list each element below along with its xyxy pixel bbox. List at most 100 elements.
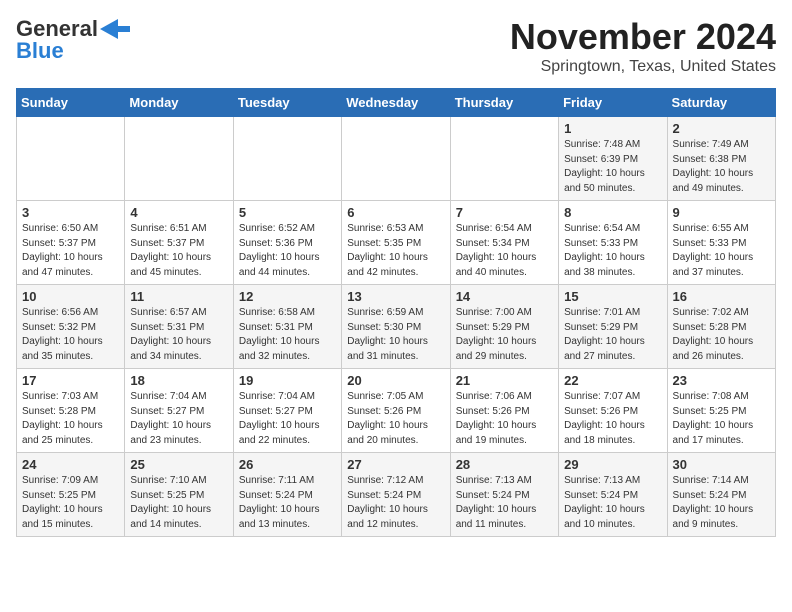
calendar-cell: 6 Sunrise: 6:53 AM Sunset: 5:35 PM Daylig… [342, 201, 450, 285]
week-row-5: 24 Sunrise: 7:09 AM Sunset: 5:25 PM Dayli… [17, 453, 776, 537]
calendar-cell: 20 Sunrise: 7:05 AM Sunset: 5:26 PM Dayli… [342, 369, 450, 453]
day-info: Sunrise: 6:54 AM Sunset: 5:34 PM Dayligh… [456, 222, 553, 280]
calendar-cell: 27 Sunrise: 7:12 AM Sunset: 5:24 PM Dayli… [342, 453, 450, 537]
day-info: Sunrise: 7:10 AM Sunset: 5:25 PM Dayligh… [130, 474, 227, 532]
calendar-cell: 12 Sunrise: 6:58 AM Sunset: 5:31 PM Dayli… [233, 285, 341, 369]
calendar-cell: 5 Sunrise: 6:52 AM Sunset: 5:36 PM Daylig… [233, 201, 341, 285]
calendar-table: SundayMondayTuesdayWednesdayThursdayFrid… [16, 88, 776, 537]
day-info: Sunrise: 6:52 AM Sunset: 5:36 PM Dayligh… [239, 222, 336, 280]
week-row-1: 1Sunrise: 7:48 AM Sunset: 6:39 PM Daylig… [17, 117, 776, 201]
day-info: Sunrise: 7:13 AM Sunset: 5:24 PM Dayligh… [564, 474, 661, 532]
calendar-cell: 29 Sunrise: 7:13 AM Sunset: 5:24 PM Dayli… [559, 453, 667, 537]
calendar-cell [233, 117, 341, 201]
logo: General Blue [16, 16, 130, 64]
day-info: Sunrise: 7:49 AM Sunset: 6:38 PM Dayligh… [673, 138, 770, 196]
calendar-cell: 11 Sunrise: 6:57 AM Sunset: 5:31 PM Dayli… [125, 285, 233, 369]
day-info: Sunrise: 6:54 AM Sunset: 5:33 PM Dayligh… [564, 222, 661, 280]
day-info: Sunrise: 7:08 AM Sunset: 5:25 PM Dayligh… [673, 390, 770, 448]
calendar-cell [342, 117, 450, 201]
day-number: 2 [673, 121, 770, 136]
day-info: Sunrise: 7:01 AM Sunset: 5:29 PM Dayligh… [564, 306, 661, 364]
calendar-cell [125, 117, 233, 201]
day-number: 25 [130, 457, 227, 472]
calendar-cell: 16 Sunrise: 7:02 AM Sunset: 5:28 PM Dayli… [667, 285, 775, 369]
day-info: Sunrise: 7:02 AM Sunset: 5:28 PM Dayligh… [673, 306, 770, 364]
calendar-cell: 19Sunrise: 7:04 AM Sunset: 5:27 PM Dayli… [233, 369, 341, 453]
calendar-cell: 1Sunrise: 7:48 AM Sunset: 6:39 PM Daylig… [559, 117, 667, 201]
day-info: Sunrise: 6:55 AM Sunset: 5:33 PM Dayligh… [673, 222, 770, 280]
day-info: Sunrise: 6:58 AM Sunset: 5:31 PM Dayligh… [239, 306, 336, 364]
week-row-3: 10 Sunrise: 6:56 AM Sunset: 5:32 PM Dayli… [17, 285, 776, 369]
week-row-4: 17Sunrise: 7:03 AM Sunset: 5:28 PM Dayli… [17, 369, 776, 453]
week-row-2: 3 Sunrise: 6:50 AM Sunset: 5:37 PM Daylig… [17, 201, 776, 285]
day-number: 21 [456, 373, 553, 388]
day-number: 20 [347, 373, 444, 388]
calendar-cell: 4 Sunrise: 6:51 AM Sunset: 5:37 PM Daylig… [125, 201, 233, 285]
day-info: Sunrise: 7:11 AM Sunset: 5:24 PM Dayligh… [239, 474, 336, 532]
day-number: 6 [347, 205, 444, 220]
header-tuesday: Tuesday [233, 89, 341, 117]
day-number: 7 [456, 205, 553, 220]
day-number: 28 [456, 457, 553, 472]
calendar-cell: 3 Sunrise: 6:50 AM Sunset: 5:37 PM Daylig… [17, 201, 125, 285]
day-info: Sunrise: 6:50 AM Sunset: 5:37 PM Dayligh… [22, 222, 119, 280]
day-info: Sunrise: 6:57 AM Sunset: 5:31 PM Dayligh… [130, 306, 227, 364]
day-info: Sunrise: 6:51 AM Sunset: 5:37 PM Dayligh… [130, 222, 227, 280]
calendar-cell: 28 Sunrise: 7:13 AM Sunset: 5:24 PM Dayli… [450, 453, 558, 537]
day-number: 8 [564, 205, 661, 220]
calendar-cell: 22Sunrise: 7:07 AM Sunset: 5:26 PM Dayli… [559, 369, 667, 453]
day-info: Sunrise: 7:05 AM Sunset: 5:26 PM Dayligh… [347, 390, 444, 448]
calendar-cell: 24 Sunrise: 7:09 AM Sunset: 5:25 PM Dayli… [17, 453, 125, 537]
day-info: Sunrise: 7:03 AM Sunset: 5:28 PM Dayligh… [22, 390, 119, 448]
day-number: 13 [347, 289, 444, 304]
day-number: 24 [22, 457, 119, 472]
header-thursday: Thursday [450, 89, 558, 117]
day-info: Sunrise: 7:04 AM Sunset: 5:27 PM Dayligh… [130, 390, 227, 448]
calendar-cell: 30Sunrise: 7:14 AM Sunset: 5:24 PM Dayli… [667, 453, 775, 537]
day-number: 11 [130, 289, 227, 304]
header-friday: Friday [559, 89, 667, 117]
day-info: Sunrise: 7:48 AM Sunset: 6:39 PM Dayligh… [564, 138, 661, 196]
calendar-cell [450, 117, 558, 201]
day-number: 10 [22, 289, 119, 304]
day-info: Sunrise: 7:06 AM Sunset: 5:26 PM Dayligh… [456, 390, 553, 448]
header-monday: Monday [125, 89, 233, 117]
weekday-header-row: SundayMondayTuesdayWednesdayThursdayFrid… [17, 89, 776, 117]
day-info: Sunrise: 7:09 AM Sunset: 5:25 PM Dayligh… [22, 474, 119, 532]
day-number: 16 [673, 289, 770, 304]
day-info: Sunrise: 6:59 AM Sunset: 5:30 PM Dayligh… [347, 306, 444, 364]
day-number: 19 [239, 373, 336, 388]
calendar-cell: 15Sunrise: 7:01 AM Sunset: 5:29 PM Dayli… [559, 285, 667, 369]
logo-text: General Blue [16, 16, 130, 64]
calendar-cell [17, 117, 125, 201]
day-number: 3 [22, 205, 119, 220]
calendar-cell: 23 Sunrise: 7:08 AM Sunset: 5:25 PM Dayli… [667, 369, 775, 453]
day-number: 4 [130, 205, 227, 220]
location: Springtown, Texas, United States [510, 58, 776, 76]
day-info: Sunrise: 7:00 AM Sunset: 5:29 PM Dayligh… [456, 306, 553, 364]
day-number: 5 [239, 205, 336, 220]
day-number: 18 [130, 373, 227, 388]
day-info: Sunrise: 6:53 AM Sunset: 5:35 PM Dayligh… [347, 222, 444, 280]
day-info: Sunrise: 7:13 AM Sunset: 5:24 PM Dayligh… [456, 474, 553, 532]
day-number: 23 [673, 373, 770, 388]
header-sunday: Sunday [17, 89, 125, 117]
calendar-cell: 17Sunrise: 7:03 AM Sunset: 5:28 PM Dayli… [17, 369, 125, 453]
calendar-cell: 9 Sunrise: 6:55 AM Sunset: 5:33 PM Daylig… [667, 201, 775, 285]
calendar-cell: 18 Sunrise: 7:04 AM Sunset: 5:27 PM Dayli… [125, 369, 233, 453]
calendar-cell: 13 Sunrise: 6:59 AM Sunset: 5:30 PM Dayli… [342, 285, 450, 369]
day-number: 12 [239, 289, 336, 304]
logo-arrow-icon [100, 19, 130, 39]
day-number: 9 [673, 205, 770, 220]
calendar-cell: 26Sunrise: 7:11 AM Sunset: 5:24 PM Dayli… [233, 453, 341, 537]
header-wednesday: Wednesday [342, 89, 450, 117]
title-block: November 2024 Springtown, Texas, United … [510, 16, 776, 76]
calendar-cell: 8 Sunrise: 6:54 AM Sunset: 5:33 PM Daylig… [559, 201, 667, 285]
calendar-cell: 10 Sunrise: 6:56 AM Sunset: 5:32 PM Dayli… [17, 285, 125, 369]
day-info: Sunrise: 7:12 AM Sunset: 5:24 PM Dayligh… [347, 474, 444, 532]
day-number: 29 [564, 457, 661, 472]
calendar-cell: 2 Sunrise: 7:49 AM Sunset: 6:38 PM Daylig… [667, 117, 775, 201]
day-number: 27 [347, 457, 444, 472]
day-info: Sunrise: 7:14 AM Sunset: 5:24 PM Dayligh… [673, 474, 770, 532]
day-info: Sunrise: 6:56 AM Sunset: 5:32 PM Dayligh… [22, 306, 119, 364]
